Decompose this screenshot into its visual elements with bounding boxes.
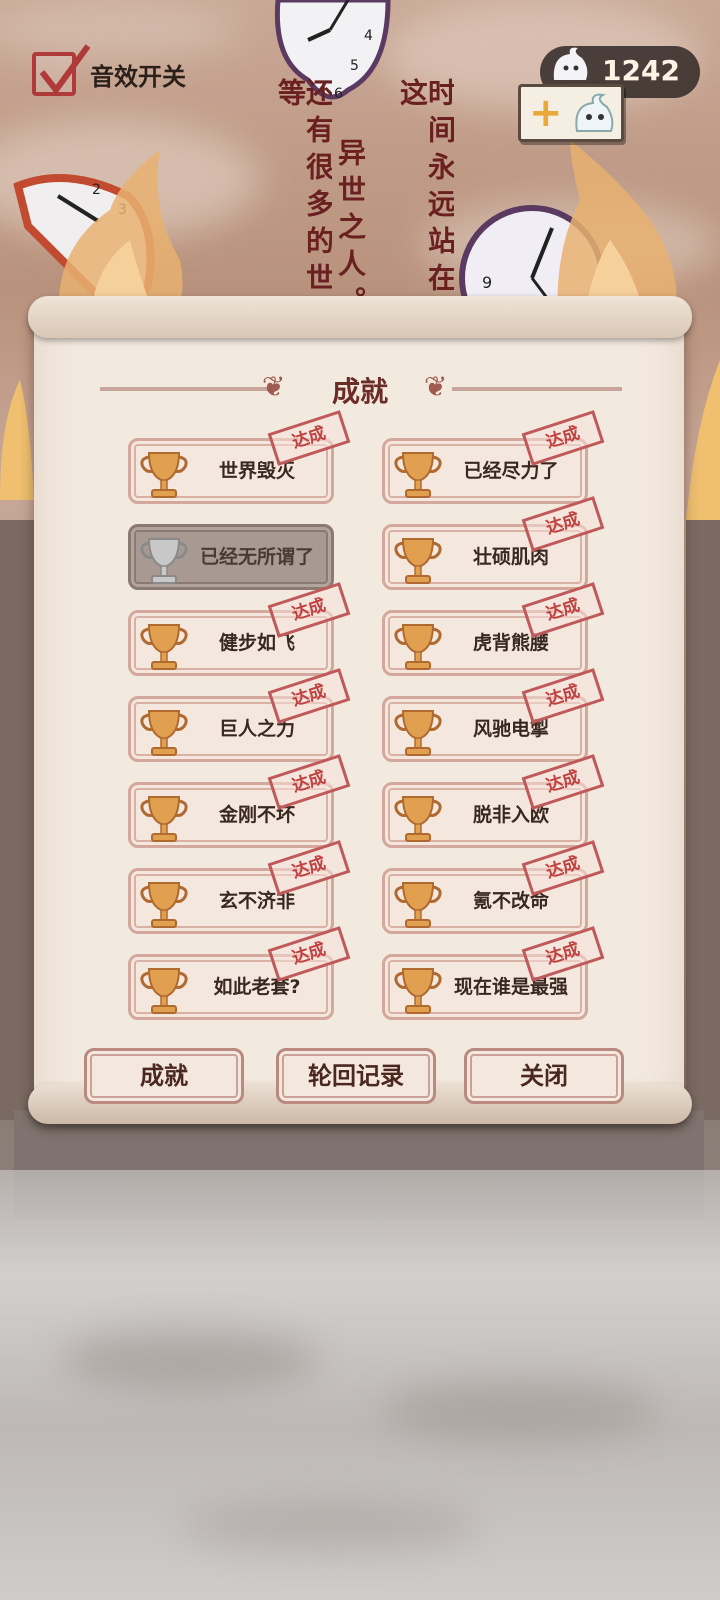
achievement-card[interactable]: 世界毁灭 达成 [128, 410, 351, 504]
achievement-card[interactable]: 玄不济非 达成 [128, 840, 351, 934]
achievement-card[interactable]: 壮硕肌肉 达成 [382, 496, 605, 590]
achievement-card[interactable]: 如此老套? 达成 [128, 926, 351, 1020]
achievement-card[interactable]: 已经尽力了 达成 [382, 410, 605, 504]
trophy-icon [394, 968, 442, 1014]
trophy-icon [394, 624, 442, 670]
trophy-icon [140, 538, 188, 584]
trophy-icon [394, 710, 442, 756]
close-button[interactable]: 关闭 [464, 1048, 624, 1104]
svg-text:5: 5 [350, 58, 359, 74]
ghost-icon [575, 93, 614, 132]
svg-text:6: 6 [334, 86, 343, 102]
add-currency-button[interactable]: + [518, 84, 624, 142]
achievement-card[interactable]: 金刚不坏 达成 [128, 754, 351, 848]
right-pillar [686, 520, 720, 1120]
trophy-icon [140, 624, 188, 670]
title-divider-right [452, 387, 622, 391]
trophy-icon [140, 452, 188, 498]
achievement-card[interactable]: 现在谁是最强 达成 [382, 926, 605, 1020]
achievement-card[interactable]: 氪不改命 达成 [382, 840, 605, 934]
ghost-icon [553, 47, 588, 80]
achievement-card[interactable]: 虎背熊腰 达成 [382, 582, 605, 676]
currency-amount: 1242 [602, 54, 680, 87]
trophy-icon [140, 882, 188, 928]
history-button[interactable]: 轮回记录 [276, 1048, 436, 1104]
checkmark-icon [39, 44, 91, 95]
trophy-icon [394, 882, 442, 928]
achievement-card[interactable]: 脱非入欧 达成 [382, 754, 605, 848]
scroll-rod-top [28, 296, 692, 338]
trophy-icon [394, 796, 442, 842]
achievement-card[interactable]: 健步如飞 达成 [128, 582, 351, 676]
plus-icon: + [529, 90, 563, 136]
trophy-icon [140, 710, 188, 756]
achievements-button[interactable]: 成就 [84, 1048, 244, 1104]
left-pillar [0, 520, 34, 1120]
achievement-card[interactable]: 已经无所谓了 [128, 524, 334, 590]
ornament-right-icon: ❦ [424, 370, 448, 403]
sound-checkbox[interactable] [32, 44, 91, 96]
svg-text:9: 9 [482, 273, 492, 292]
trophy-icon [140, 796, 188, 842]
flame-right-edge-icon [686, 360, 720, 520]
svg-text:4: 4 [364, 28, 373, 44]
sound-label: 音效开关 [90, 62, 186, 91]
sound-toggle[interactable]: 音效开关 [32, 44, 186, 96]
achievement-card[interactable]: 巨人之力 达成 [128, 668, 351, 762]
achievement-name: 已经无所谓了 [199, 546, 314, 568]
trophy-icon [140, 968, 188, 1014]
trophy-icon [394, 452, 442, 498]
achievement-card[interactable]: 风驰电掣 达成 [382, 668, 605, 762]
trophy-icon [394, 538, 442, 584]
